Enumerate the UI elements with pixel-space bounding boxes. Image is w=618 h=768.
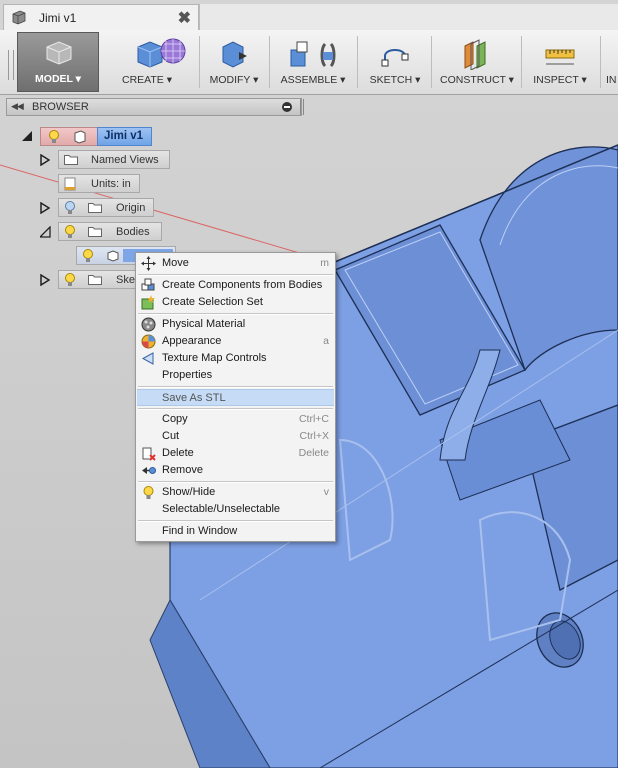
tab-strip-empty xyxy=(199,4,618,30)
tree-node-sketches[interactable]: Sket xyxy=(58,270,140,289)
menu-separator xyxy=(138,386,333,388)
modify-menu-button[interactable]: MODIFY ▾ xyxy=(200,30,268,92)
folder-icon xyxy=(64,155,78,165)
toolbar-separator xyxy=(431,36,432,88)
sketch-menu-label: SKETCH ▾ xyxy=(369,74,421,86)
menu-item-cut[interactable]: Cut Ctrl+X xyxy=(137,428,334,445)
assemble-icon xyxy=(290,41,336,68)
texture-map-icon xyxy=(141,352,154,365)
toolbar-grip[interactable] xyxy=(8,50,14,80)
browser-resize-handle[interactable] xyxy=(300,99,304,115)
menu-separator xyxy=(138,313,333,315)
expanded-triangle-icon[interactable] xyxy=(40,226,52,238)
tree-node-units[interactable]: Units: in xyxy=(58,174,140,193)
menu-item-selectable[interactable]: Selectable/Unselectable xyxy=(137,501,334,518)
lightbulb-icon xyxy=(143,486,154,499)
workspace-model-label: MODEL ▾ xyxy=(35,73,81,85)
collapsed-triangle-icon[interactable] xyxy=(40,154,50,166)
insert-menu-label: IN xyxy=(606,74,617,86)
folder-icon xyxy=(88,227,102,237)
sketch-icon xyxy=(381,49,409,67)
menu-item-move[interactable]: Move m xyxy=(137,255,334,272)
remove-icon xyxy=(142,467,156,474)
menu-item-save-as-stl[interactable]: Save As STL xyxy=(137,389,334,406)
components-icon xyxy=(141,278,155,291)
construct-plane-icon xyxy=(464,39,486,70)
toolbar-separator xyxy=(357,36,358,88)
menu-separator xyxy=(138,274,333,276)
create-form-icon[interactable] xyxy=(158,36,192,70)
insert-menu-button[interactable]: IN xyxy=(603,30,618,92)
main-toolbar: MODEL ▾ CREATE ▾ MODIFY ▾ ASSEMBLE ▾ SKE… xyxy=(0,30,618,95)
collapsed-triangle-icon[interactable] xyxy=(40,202,50,214)
close-icon[interactable]: ✖ xyxy=(178,8,191,28)
component-icon xyxy=(74,130,86,144)
inspect-menu-label: INSPECT ▾ xyxy=(533,74,587,86)
delete-icon xyxy=(142,447,156,461)
browser-panel-header: ◀◀ BROWSER xyxy=(6,98,302,116)
menu-item-physical-material[interactable]: Physical Material xyxy=(137,316,334,333)
tree-node-bodies[interactable]: Bodies xyxy=(58,222,162,241)
menu-item-find-in-window[interactable]: Find in Window xyxy=(137,523,334,540)
lightbulb-icon[interactable] xyxy=(83,249,93,263)
construct-menu-button[interactable]: CONSTRUCT ▾ xyxy=(434,30,520,92)
menu-item-copy[interactable]: Copy Ctrl+C xyxy=(137,411,334,428)
material-icon xyxy=(141,317,156,332)
menu-item-appearance[interactable]: Appearance a xyxy=(137,333,334,350)
toolbar-separator xyxy=(600,36,601,88)
modify-menu-label: MODIFY ▾ xyxy=(209,74,259,86)
tree-node-root-label[interactable]: Jimi v1 xyxy=(97,127,152,146)
browser-title: BROWSER xyxy=(32,101,89,113)
menu-separator xyxy=(138,481,333,483)
workspace-model-button[interactable]: MODEL ▾ xyxy=(17,32,99,92)
lightbulb-icon[interactable] xyxy=(65,273,75,287)
tree-node-named-views[interactable]: Named Views xyxy=(58,150,170,169)
tree-node-root[interactable] xyxy=(40,127,98,146)
document-cube-icon xyxy=(12,10,26,25)
menu-item-create-components[interactable]: Create Components from Bodies xyxy=(137,277,334,294)
document-tab[interactable]: Jimi v1 ✖ xyxy=(3,4,199,30)
create-menu-label: CREATE ▾ xyxy=(122,74,172,86)
menu-item-show-hide[interactable]: Show/Hide v xyxy=(137,484,334,501)
measure-icon xyxy=(545,49,575,65)
minimize-panel-icon[interactable] xyxy=(282,102,292,112)
selection-set-icon xyxy=(141,295,155,310)
lightbulb-off-icon[interactable] xyxy=(65,201,75,215)
menu-item-properties[interactable]: Properties xyxy=(137,367,334,384)
assemble-menu-label: ASSEMBLE ▾ xyxy=(280,74,346,86)
modify-icon xyxy=(222,41,247,68)
assemble-menu-button[interactable]: ASSEMBLE ▾ xyxy=(270,30,356,92)
model-workspace-icon xyxy=(46,41,72,65)
lightbulb-icon[interactable] xyxy=(49,130,59,144)
collapsed-triangle-icon[interactable] xyxy=(40,274,50,286)
move-arrows-icon xyxy=(141,256,156,271)
tree-node-origin[interactable]: Origin xyxy=(58,198,154,217)
menu-separator xyxy=(138,408,333,410)
sketch-menu-button[interactable]: SKETCH ▾ xyxy=(360,30,430,92)
toolbar-separator xyxy=(521,36,522,88)
folder-icon xyxy=(88,203,102,213)
context-menu: Move m Create Components from Bodies Cre… xyxy=(135,252,336,542)
body-icon xyxy=(107,250,119,262)
lightbulb-icon[interactable] xyxy=(65,225,75,239)
menu-separator xyxy=(138,520,333,522)
inspect-menu-button[interactable]: INSPECT ▾ xyxy=(524,30,596,92)
collapse-panel-icon[interactable]: ◀◀ xyxy=(11,101,24,112)
folder-icon xyxy=(88,275,102,285)
menu-item-remove[interactable]: Remove xyxy=(137,462,334,479)
expanded-triangle-icon[interactable] xyxy=(22,130,34,142)
document-tab-title: Jimi v1 xyxy=(39,11,77,25)
menu-item-delete[interactable]: Delete Delete xyxy=(137,445,334,462)
document-tab-bar: Jimi v1 ✖ xyxy=(0,0,618,31)
appearance-icon xyxy=(141,334,156,349)
construct-menu-label: CONSTRUCT ▾ xyxy=(440,74,514,86)
menu-item-texture-map-controls[interactable]: Texture Map Controls xyxy=(137,350,334,367)
units-document-icon xyxy=(64,177,76,191)
menu-item-create-selection-set[interactable]: Create Selection Set xyxy=(137,294,334,311)
